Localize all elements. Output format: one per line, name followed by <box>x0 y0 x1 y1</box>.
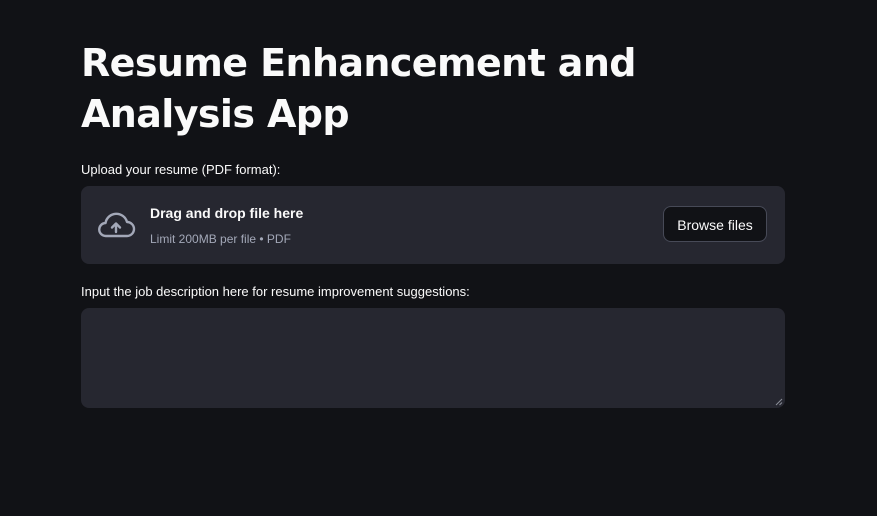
browse-files-button[interactable]: Browse files <box>663 206 767 242</box>
file-dropzone[interactable]: Drag and drop file here Limit 200MB per … <box>81 186 785 264</box>
resize-handle-icon[interactable] <box>775 398 783 406</box>
job-description-container <box>81 308 785 408</box>
upload-label: Upload your resume (PDF format): <box>81 162 281 177</box>
dropzone-title: Drag and drop file here <box>150 205 304 221</box>
cloud-upload-icon <box>98 212 136 238</box>
job-description-label: Input the job description here for resum… <box>81 284 470 299</box>
job-description-textarea[interactable] <box>81 308 785 408</box>
page-title: Resume Enhancement and Analysis App <box>81 41 636 136</box>
dropzone-limit-text: Limit 200MB per file • PDF <box>150 232 291 246</box>
